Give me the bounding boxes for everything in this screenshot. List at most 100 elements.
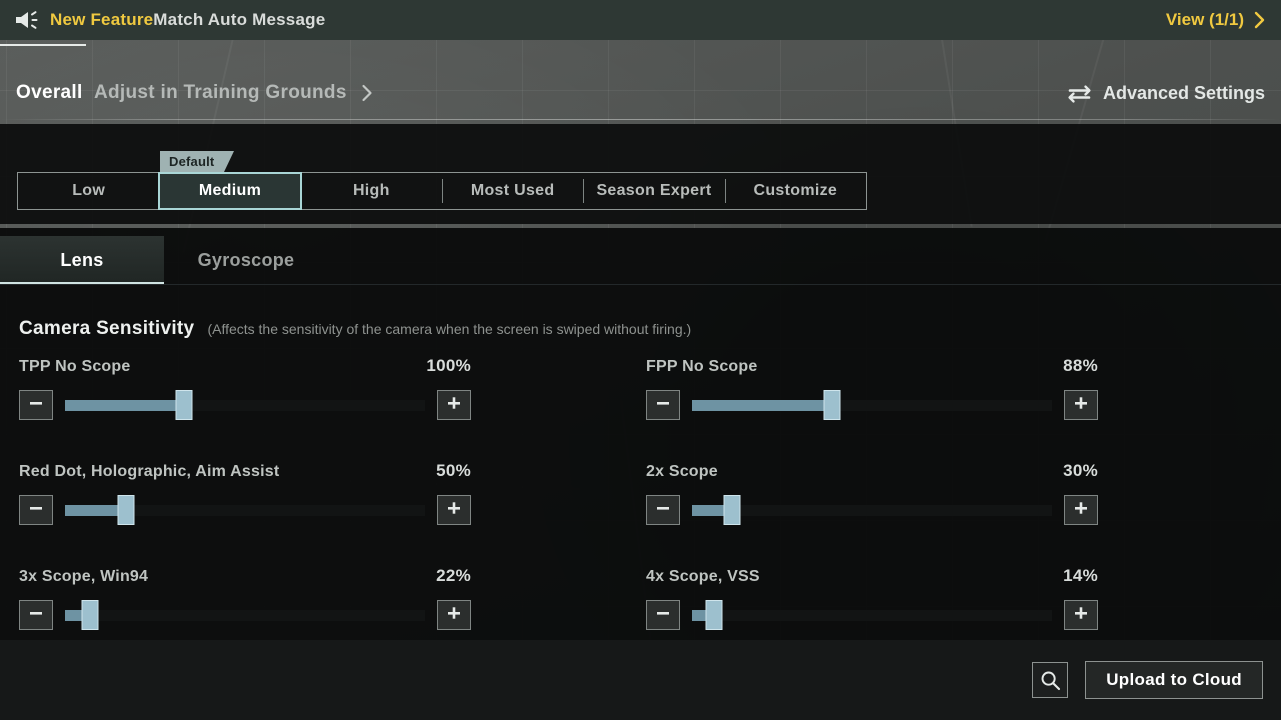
preset-tab-high-label: High [352,182,390,199]
preset-tab-high[interactable]: High [300,173,442,209]
slider-track[interactable] [692,495,1052,525]
decrement-button[interactable] [19,390,53,420]
slider-label: TPP No Scope [19,358,131,375]
preset-tab-season-expert[interactable]: Season Expert [583,173,724,209]
preset-tab-group: Low Medium High Most Used Season Expert … [17,172,867,210]
preset-tab-medium[interactable]: Medium [158,172,302,210]
default-preset-badge: Default [160,151,236,172]
nav-tab-training-grounds-label: Adjust in Training Grounds [94,82,347,103]
increment-button[interactable] [437,495,471,525]
tab-lens[interactable]: Lens [0,236,164,284]
slider-value: 22% [436,566,471,585]
camera-sensitivity-header: Camera Sensitivity (Affects the sensitiv… [19,318,691,340]
slider-control [646,600,1098,630]
announcement-highlight: New Feature [50,10,154,29]
preset-tab-customize[interactable]: Customize [724,173,866,209]
decrement-button[interactable] [19,495,53,525]
preset-band: Default Low Medium High Most Used Season… [0,124,1281,224]
slider-thumb[interactable] [823,390,841,420]
slider-track[interactable] [65,495,425,525]
increment-button[interactable] [437,600,471,630]
minus-icon [655,605,671,626]
decrement-button[interactable] [646,495,680,525]
slider-row-2x-scope: 2x Scope 30% [646,461,1098,566]
increment-button[interactable] [1064,495,1098,525]
nav-tab-overall-underline [0,44,86,46]
speaker-icon [14,9,40,31]
slider-control [646,390,1098,420]
slider-track-bar [65,390,425,420]
plus-icon [1073,395,1089,416]
slider-track-fill [65,399,184,411]
slider-thumb[interactable] [175,390,193,420]
preset-tab-low[interactable]: Low [18,173,159,209]
slider-header: FPP No Scope 88% [646,356,1098,378]
decrement-button[interactable] [646,600,680,630]
slider-track[interactable] [692,600,1052,630]
nav-tab-overall-label: Overall [16,82,83,103]
chevron-right-icon [1254,11,1265,29]
announcement-message: Match Auto Message [153,10,326,29]
announcement-left: New FeatureMatch Auto Message [0,9,325,31]
minus-icon [655,395,671,416]
slider-header: TPP No Scope 100% [19,356,471,378]
preset-tab-low-label: Low [72,182,106,199]
slider-row-4x-scope-vss: 4x Scope, VSS 14% [646,566,1098,640]
search-icon [1040,670,1061,691]
slider-control [19,600,471,630]
decrement-button[interactable] [646,390,680,420]
slider-label: FPP No Scope [646,358,758,375]
slider-thumb[interactable] [81,600,99,630]
slider-track-bar [692,600,1052,630]
announcement-view-label: View (1/1) [1165,10,1244,29]
tab-gyroscope[interactable]: Gyroscope [164,236,328,284]
slider-track[interactable] [692,390,1052,420]
slider-value: 100% [426,356,471,375]
slider-value: 88% [1063,356,1098,375]
upload-to-cloud-button[interactable]: Upload to Cloud [1085,661,1263,699]
preset-tab-most-used-label: Most Used [470,182,555,199]
slider-track[interactable] [65,390,425,420]
slider-control [646,495,1098,525]
increment-button[interactable] [1064,600,1098,630]
slider-control [19,495,471,525]
advanced-settings-button[interactable]: Advanced Settings [1067,83,1265,104]
slider-header: 2x Scope 30% [646,461,1098,483]
announcement-view-button[interactable]: View (1/1) [1166,10,1281,30]
slider-thumb[interactable] [117,495,135,525]
announcement-text: New FeatureMatch Auto Message [50,10,325,30]
chevron-right-icon [361,83,373,103]
slider-label: 3x Scope, Win94 [19,568,149,585]
slider-label: Red Dot, Holographic, Aim Assist [19,463,280,480]
preset-tab-medium-label: Medium [198,182,262,199]
preset-tab-most-used[interactable]: Most Used [441,173,583,209]
minus-icon [28,605,44,626]
section-title: Camera Sensitivity [19,318,195,339]
search-button[interactable] [1032,662,1069,698]
settings-content-panel: Lens Gyroscope Camera Sensitivity (Affec… [0,228,1281,640]
increment-button[interactable] [1064,390,1098,420]
slider-row-red-dot-holographic-aim-assist: Red Dot, Holographic, Aim Assist 50% [19,461,471,566]
slider-row-tpp-no-scope: TPP No Scope 100% [19,356,471,461]
slider-header: 4x Scope, VSS 14% [646,566,1098,588]
tab-lens-label: Lens [60,249,104,270]
slider-track-bar [692,495,1052,525]
swap-arrows-icon [1067,84,1092,104]
nav-tab-training-grounds[interactable]: Adjust in Training Grounds [94,82,373,104]
slider-header: 3x Scope, Win94 22% [19,566,471,588]
slider-track-fill [692,399,833,411]
nav-tab-overall[interactable]: Overall [16,82,83,104]
preset-tab-season-expert-label: Season Expert [596,182,712,199]
slider-thumb[interactable] [705,600,723,630]
minus-icon [28,395,44,416]
slider-thumb[interactable] [723,495,741,525]
slider-track-bar [65,600,425,630]
advanced-settings-label: Advanced Settings [1102,83,1265,103]
slider-value: 14% [1063,566,1098,585]
increment-button[interactable] [437,390,471,420]
slider-track[interactable] [65,600,425,630]
plus-icon [446,395,462,416]
plus-icon [1073,500,1089,521]
decrement-button[interactable] [19,600,53,630]
slider-label: 4x Scope, VSS [646,568,760,585]
